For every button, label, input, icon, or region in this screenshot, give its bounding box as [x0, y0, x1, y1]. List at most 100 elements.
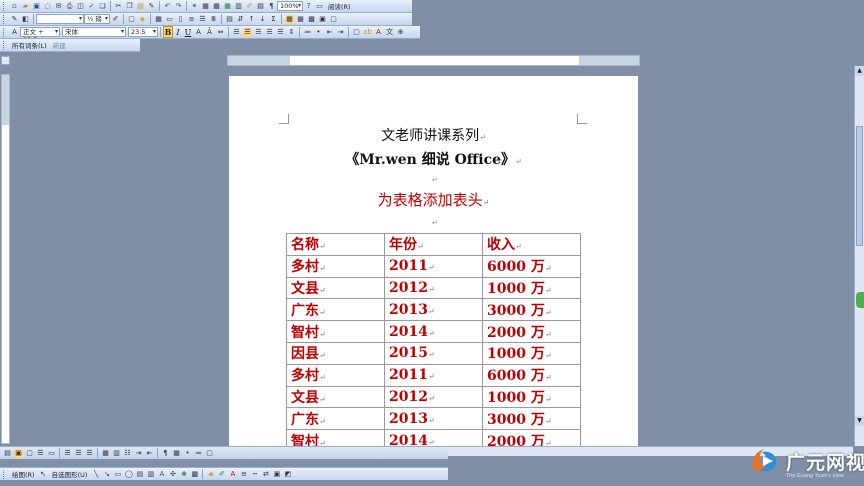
oval-icon[interactable]: ◯	[124, 470, 133, 479]
table-cell[interactable]: 文县↵	[286, 385, 385, 409]
grid-icon[interactable]: ▦	[172, 449, 181, 458]
paste-icon[interactable]: ▤	[136, 2, 145, 11]
list-icon[interactable]: ☷	[123, 449, 132, 458]
table-cell[interactable]: 收入↵	[482, 233, 581, 256]
final-markup-select[interactable]: 所有词条(L)	[9, 40, 50, 50]
bullet-icon[interactable]: •	[183, 449, 192, 458]
diagram-icon[interactable]: ✣	[168, 470, 177, 479]
document-page[interactable]: 文老师讲课系列↵ 《Mr.wen 细说 Office》↵ ↵ 为表格添加表头↵ …	[229, 76, 638, 448]
align-left-icon[interactable]: ☰	[63, 449, 72, 458]
char-border-icon[interactable]: A	[194, 28, 203, 37]
format-icon[interactable]: ¶	[161, 449, 170, 458]
toolbar-grip[interactable]	[3, 14, 6, 24]
char-shading-icon[interactable]: Ā	[205, 28, 214, 37]
tables-borders-icon[interactable]: ▦	[201, 2, 210, 11]
wrap-icon[interactable]: ▣	[318, 15, 327, 24]
border-color-icon[interactable]: ✐	[111, 15, 120, 24]
sort-ascending-icon[interactable]: ↑	[247, 15, 256, 24]
table-cell[interactable]: 年份↵	[384, 233, 483, 256]
hyperlink-icon[interactable]: ⚭	[190, 2, 199, 11]
rectangle-icon[interactable]: ▭	[113, 470, 122, 479]
email-icon[interactable]: ✉	[54, 2, 63, 11]
save-icon[interactable]: ▣	[32, 2, 41, 11]
align-center-icon[interactable]: ☰	[74, 449, 83, 458]
reading-view-icon[interactable]: ▭	[47, 449, 56, 458]
shadow-icon[interactable]: ▣	[272, 470, 281, 479]
table-cell[interactable]: 3000 万↵	[482, 298, 581, 322]
toolbar-grip[interactable]	[3, 40, 6, 50]
cut-icon[interactable]: ✂	[114, 2, 123, 11]
line-style-select[interactable]	[36, 14, 84, 24]
distribute-columns-icon[interactable]: Ⅲ	[209, 15, 218, 24]
undo-icon[interactable]: ↶	[163, 2, 172, 11]
table-cell[interactable]: 2011↵	[384, 254, 483, 278]
redo-icon[interactable]: ↷	[174, 2, 183, 11]
underline-button[interactable]: U	[183, 28, 193, 37]
table-cell[interactable]: 多村↵	[286, 363, 385, 387]
format-painter-icon[interactable]: ✎	[147, 2, 156, 11]
wordart-icon[interactable]: A	[157, 470, 166, 479]
table-cell[interactable]: 2013↵	[384, 298, 483, 322]
draw-menu-button[interactable]: 绘图(R)	[9, 469, 38, 479]
table-properties-icon[interactable]: ▦	[285, 14, 294, 24]
font-color-icon[interactable]: A	[374, 28, 383, 37]
print-view-icon[interactable]: ▢	[25, 449, 34, 458]
table-cell[interactable]: 2012↵	[384, 276, 483, 300]
print-preview-icon[interactable]: ◫	[76, 2, 85, 11]
scroll-thumb[interactable]	[856, 126, 863, 246]
help-icon[interactable]: ?	[304, 2, 313, 11]
decrease-indent-icon[interactable]: ⇤	[325, 28, 334, 37]
styles-pane-icon[interactable]: A	[10, 28, 19, 37]
eraser-icon[interactable]: ◧	[21, 15, 30, 24]
align-center-icon[interactable]: ☰	[243, 27, 252, 37]
arrow-icon[interactable]: ↘	[102, 470, 111, 479]
font-color-icon[interactable]: A	[228, 470, 237, 479]
web-view-icon[interactable]: ▣	[14, 448, 23, 458]
new-entry-button[interactable]: 新建	[50, 40, 69, 50]
vertical-ruler[interactable]	[1, 74, 10, 444]
document-map-icon[interactable]: ▤	[256, 2, 265, 11]
distributed-icon[interactable]: ☰	[276, 28, 285, 37]
bold-button[interactable]: B	[163, 26, 173, 38]
outline-view-icon[interactable]: ☰	[36, 449, 45, 458]
indent-icon[interactable]: ⇥	[134, 449, 143, 458]
new-document-icon[interactable]: ▫	[10, 2, 19, 11]
shading-icon[interactable]: ◈	[138, 15, 147, 24]
table-cell[interactable]: 3000 万↵	[482, 407, 581, 431]
table-cell[interactable]: 广东↵	[286, 407, 385, 431]
increase-indent-icon[interactable]: ⇥	[336, 28, 345, 37]
horizontal-ruler[interactable]	[227, 55, 640, 66]
line-weight-select[interactable]: ½ 磅	[84, 14, 110, 24]
autoshapes-button[interactable]: 自选图形(U)	[49, 469, 91, 479]
vertical-textbox-icon[interactable]: ▥	[146, 470, 155, 479]
clipart-icon[interactable]: ❀	[179, 470, 188, 479]
table-cell[interactable]: 6000 万↵	[482, 363, 581, 387]
font-size-select[interactable]: 23.5	[128, 27, 158, 37]
table-cell[interactable]: 1000 万↵	[482, 385, 581, 409]
insert-table-icon[interactable]: ▦	[154, 15, 163, 24]
select-objects-icon[interactable]: ↖	[39, 470, 48, 479]
char-scale-icon[interactable]: ⇔	[216, 28, 225, 37]
table-cell[interactable]: 6000 万↵	[482, 254, 581, 278]
fill-color-icon[interactable]: ◈	[206, 470, 215, 479]
insert-excel-icon[interactable]: ▦	[223, 2, 232, 11]
align-left-icon[interactable]: ☰	[232, 28, 241, 37]
tab-selector[interactable]	[1, 56, 10, 65]
split-cells-icon[interactable]: ▯	[176, 15, 185, 24]
vertical-scrollbar[interactable]: ▲ ▼	[854, 66, 864, 446]
dash-style-icon[interactable]: ┅	[250, 470, 259, 479]
reading-mode-button[interactable]: 阅读(R)	[325, 1, 354, 11]
table-cell[interactable]: 多村↵	[286, 254, 385, 278]
italic-button[interactable]: I	[173, 28, 183, 37]
distribute-rows-icon[interactable]: ☰	[198, 15, 207, 24]
merge-cells-icon[interactable]: ▭	[165, 15, 174, 24]
zoom-select[interactable]: 100%	[277, 1, 303, 11]
insert-table-icon[interactable]: ▦	[212, 2, 221, 11]
open-folder-icon[interactable]: ▰	[21, 2, 30, 11]
print-icon[interactable]: ⎙	[65, 2, 74, 11]
table-cell[interactable]: 1000 万↵	[482, 341, 581, 365]
line-color-icon[interactable]: ✐	[217, 470, 226, 479]
justify-icon[interactable]: ☰	[265, 28, 274, 37]
phonetic-guide-icon[interactable]: 文	[385, 28, 394, 37]
table-cell[interactable]: 2000 万↵	[482, 320, 581, 343]
